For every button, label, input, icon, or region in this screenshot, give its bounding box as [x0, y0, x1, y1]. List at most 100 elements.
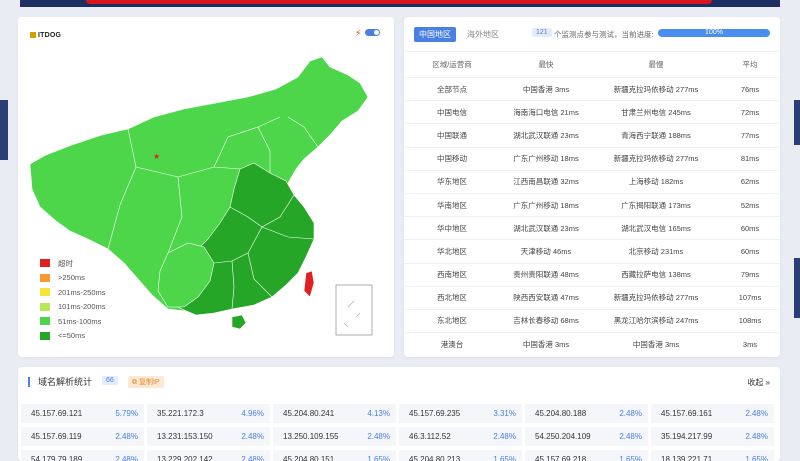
table-cell: 3ms	[742, 339, 758, 349]
ip-address: 45.157.69.218	[535, 455, 587, 461]
ip-address: 45.157.69.235	[409, 409, 461, 418]
table-cell: 60ms	[740, 246, 760, 256]
ip-address: 35.221.172.3	[157, 409, 204, 418]
table-row: 华中地区 湖北武汉联通 23ms 湖北武汉电信 165ms 60ms	[404, 216, 780, 239]
ip-address: 45.204.80.213	[409, 455, 461, 461]
table-cell: 西藏拉萨电信 138ms	[621, 270, 691, 280]
south-sea-inset	[335, 284, 373, 336]
ip-item[interactable]: 13.231.153.150 2.48%	[147, 427, 270, 446]
dns-panel: 域名解析统计 66 ⧉ 复制IP 收起 » 45.157.69.121 5.79%…	[18, 367, 780, 461]
copy-ip-label: 复制IP	[138, 379, 160, 386]
legend-label: 201ms-250ms	[58, 287, 106, 297]
ip-item[interactable]: 54.250.204.109 2.48%	[525, 427, 648, 446]
legend-item[interactable]: 201ms-250ms	[40, 285, 106, 300]
ip-percentage: 2.48%	[619, 432, 642, 441]
ip-address: 45.204.80.188	[535, 409, 587, 418]
ip-item[interactable]: 46.3.112.52 2.48%	[399, 427, 522, 446]
table-cell: 贵州贵阳联通 48ms	[513, 270, 579, 280]
tab-overseas[interactable]: 海外地区	[462, 27, 504, 42]
column-header: 区域/运营商	[432, 60, 472, 69]
side-ad-left[interactable]	[0, 100, 8, 160]
table-row: 全部节点 中国香港 3ms 新疆克拉玛依移动 277ms 76ms	[404, 77, 780, 100]
ip-item[interactable]: 54.179.79.189 2.48%	[21, 450, 144, 461]
table-cell: 新疆克拉玛依移动 277ms	[613, 154, 699, 164]
ip-percentage: 1.65%	[745, 455, 768, 461]
dns-title: 域名解析统计	[28, 377, 92, 387]
node-count-badge: 121	[532, 28, 552, 37]
column-header: 最快	[538, 60, 554, 69]
ip-item[interactable]: 35.194.217.99 2.48%	[651, 427, 774, 446]
ip-percentage: 2.48%	[241, 432, 264, 441]
legend-item[interactable]: 51ms-100ms	[40, 314, 106, 329]
table-cell: 青海西宁联通 188ms	[621, 130, 691, 140]
legend-swatch	[40, 302, 50, 311]
legend-swatch	[40, 331, 50, 340]
table-cell: 81ms	[740, 154, 760, 164]
legend-item[interactable]: 超时	[40, 256, 106, 271]
legend-swatch	[40, 259, 50, 268]
ip-address: 45.157.69.161	[661, 409, 713, 418]
ip-item[interactable]: 18.139.221.71 1.65%	[651, 450, 774, 461]
table-cell: 东北地区	[437, 316, 467, 326]
ip-address: 45.157.69.119	[31, 432, 82, 441]
ip-item[interactable]: 45.157.69.161 2.48%	[651, 404, 774, 423]
ip-percentage: 2.48%	[115, 432, 138, 441]
ip-percentage: 2.48%	[241, 455, 264, 461]
ip-item[interactable]: 45.204.80.241 4.13%	[273, 404, 396, 423]
ip-address: 46.3.112.52	[409, 432, 451, 441]
region-taiwan[interactable]	[303, 270, 315, 298]
copy-ip-button[interactable]: ⧉ 复制IP	[128, 376, 164, 388]
ip-item[interactable]: 45.204.80.213 1.65%	[399, 450, 522, 461]
dns-count-badge: 66	[102, 376, 118, 385]
table-cell: 中国联通	[437, 130, 467, 140]
column-header: 平均	[742, 60, 758, 69]
ip-item[interactable]: 13.229.202.142 2.48%	[147, 450, 270, 461]
legend-label: 101ms-200ms	[58, 302, 106, 312]
capital-star-icon: ★	[153, 152, 160, 161]
legend-item[interactable]: <=50ms	[40, 329, 106, 344]
legend-item[interactable]: >250ms	[40, 271, 106, 286]
table-row: 华北地区 天津移动 46ms 北京移动 231ms 60ms	[404, 239, 780, 262]
table-cell: 华中地区	[437, 223, 467, 233]
collapse-label: 收起	[747, 378, 764, 387]
chevron-up-icon: »	[765, 378, 770, 387]
ip-item[interactable]: 45.157.69.218 1.65%	[525, 450, 648, 461]
table-cell: 中国香港 3ms	[522, 339, 570, 349]
ip-item[interactable]: 45.157.69.121 5.79%	[21, 404, 144, 423]
ip-item[interactable]: 45.204.80.151 1.65%	[273, 450, 396, 461]
tab-domestic[interactable]: 中国地区	[414, 27, 456, 42]
progress-label: 个监测点参与测试，当前进度:	[554, 30, 654, 39]
ip-item[interactable]: 35.221.172.3 4.96%	[147, 404, 270, 423]
legend-label: 超时	[58, 258, 73, 268]
region-hainan[interactable]	[231, 314, 247, 330]
ip-item[interactable]: 13.250.109.155 2.48%	[273, 427, 396, 446]
table-row: 中国移动 广东广州移动 18ms 新疆克拉玛依移动 277ms 81ms	[404, 146, 780, 170]
region-tabs: 中国地区 海外地区	[414, 27, 510, 42]
table-cell: 黑龙江哈尔滨移动 247ms	[613, 316, 699, 326]
ip-item[interactable]: 45.157.69.119 2.48%	[21, 427, 144, 446]
ip-item[interactable]: 45.204.80.188 2.48%	[525, 404, 648, 423]
table-cell: 江西南昌联通 32ms	[513, 177, 579, 187]
collapse-button[interactable]: 收起 »	[747, 377, 770, 388]
table-row: 西北地区 陕西西安联通 47ms 新疆克拉玛依移动 277ms 107ms	[404, 285, 780, 309]
ip-percentage: 2.48%	[745, 432, 768, 441]
side-ad-right-2[interactable]	[794, 258, 800, 318]
table-cell: 天津移动 46ms	[520, 246, 572, 256]
table-cell: 甘肃兰州电信 245ms	[621, 107, 691, 117]
table-cell: 108ms	[738, 316, 762, 326]
table-cell: 全部节点	[437, 84, 467, 94]
ip-address: 13.229.202.142	[157, 455, 213, 461]
table-cell: 湖北武汉电信 165ms	[621, 223, 691, 233]
side-ad-right[interactable]	[794, 100, 800, 145]
ip-address: 54.179.79.189	[31, 455, 83, 461]
table-cell: 新疆克拉玛依移动 277ms	[613, 84, 699, 94]
table-row: 港澳台 中国香港 3ms 中国香港 3ms 3ms	[404, 332, 780, 355]
table-row: 东北地区 吉林长春移动 68ms 黑龙江哈尔滨移动 247ms 108ms	[404, 308, 780, 332]
table-cell: 华南地区	[437, 200, 467, 210]
legend-item[interactable]: 101ms-200ms	[40, 300, 106, 315]
banner-red-bar	[86, 0, 712, 4]
table-cell: 77ms	[740, 130, 760, 140]
table-cell: 中国电信	[437, 107, 467, 117]
legend-label: >250ms	[58, 273, 85, 283]
ip-item[interactable]: 45.157.69.235 3.31%	[399, 404, 522, 423]
